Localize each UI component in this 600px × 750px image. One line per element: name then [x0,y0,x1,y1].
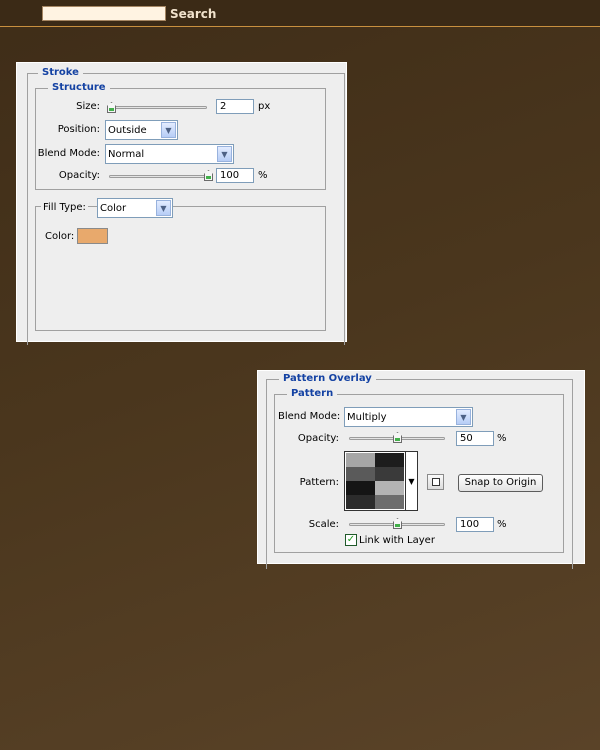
pattern-cell [346,495,375,509]
stroke-title: Stroke [38,67,83,78]
blend-mode-select-value: Normal [108,149,145,160]
caret-down-icon: ▼ [408,477,415,486]
new-preset-icon [432,478,440,486]
pattern-preview[interactable] [344,451,406,511]
opacity-label: Opacity: [58,170,100,181]
pattern-cell [375,495,404,509]
blend-mode-select[interactable]: Normal ▼ [105,144,234,164]
fill-type-label: Fill Type: [41,202,88,213]
structure-title: Structure [48,82,110,93]
check-icon: ✓ [346,534,356,545]
pattern-opacity-input[interactable]: 50 [456,431,494,446]
opacity-slider-track[interactable] [109,175,211,178]
pattern-thumbnail [346,453,404,509]
position-select-value: Outside [108,125,147,136]
position-label: Position: [57,124,100,135]
stroke-panel: Stroke Structure Size: 2 px Position: Ou… [16,62,347,345]
size-slider-track[interactable] [109,106,207,109]
chevron-down-icon[interactable]: ▼ [217,146,232,162]
fill-type-select[interactable]: Color ▼ [97,198,173,218]
blend-mode-label: Blend Mode: [37,148,100,159]
chevron-down-icon[interactable]: ▼ [456,409,471,425]
link-with-layer-label: Link with Layer [359,535,435,546]
pattern-label: Pattern: [299,477,339,488]
opacity-input[interactable]: 100 [216,168,254,183]
scale-unit: % [497,519,507,530]
pattern-blend-mode-label: Blend Mode: [278,411,341,422]
pattern-overlay-title: Pattern Overlay [279,373,376,384]
color-swatch[interactable] [77,228,108,244]
scale-label: Scale: [308,519,339,530]
pattern-blend-mode-select[interactable]: Multiply ▼ [344,407,473,427]
search-button[interactable]: Search [170,7,216,21]
snap-to-origin-button[interactable]: Snap to Origin [458,474,543,492]
fill-type-group [35,206,326,331]
pattern-title: Pattern [287,388,338,399]
search-input[interactable] [42,6,166,21]
pattern-overlay-panel: Pattern Overlay Pattern Blend Mode: Mult… [257,370,585,569]
fill-type-select-value: Color [100,203,127,214]
scale-input[interactable]: 100 [456,517,494,532]
link-with-layer-checkbox[interactable]: ✓ [345,534,357,546]
size-unit: px [258,101,271,112]
chevron-down-icon[interactable]: ▼ [156,200,171,216]
chevron-down-icon[interactable]: ▼ [161,122,176,138]
pattern-cell [375,467,404,481]
new-preset-button[interactable] [427,474,444,490]
pattern-cell [346,467,375,481]
pattern-cell [375,481,404,495]
top-bar: Search [0,0,600,27]
opacity-unit: % [258,170,268,181]
position-select[interactable]: Outside ▼ [105,120,178,140]
pattern-cell [375,453,404,467]
size-label: Size: [76,101,100,112]
pattern-cell [346,453,375,467]
color-label: Color: [45,231,75,242]
pattern-blend-mode-value: Multiply [347,412,387,423]
pattern-cell [346,481,375,495]
size-input[interactable]: 2 [216,99,254,114]
pattern-picker-button[interactable]: ▼ [406,451,418,511]
pattern-opacity-unit: % [497,433,507,444]
pattern-opacity-label: Opacity: [297,433,339,444]
